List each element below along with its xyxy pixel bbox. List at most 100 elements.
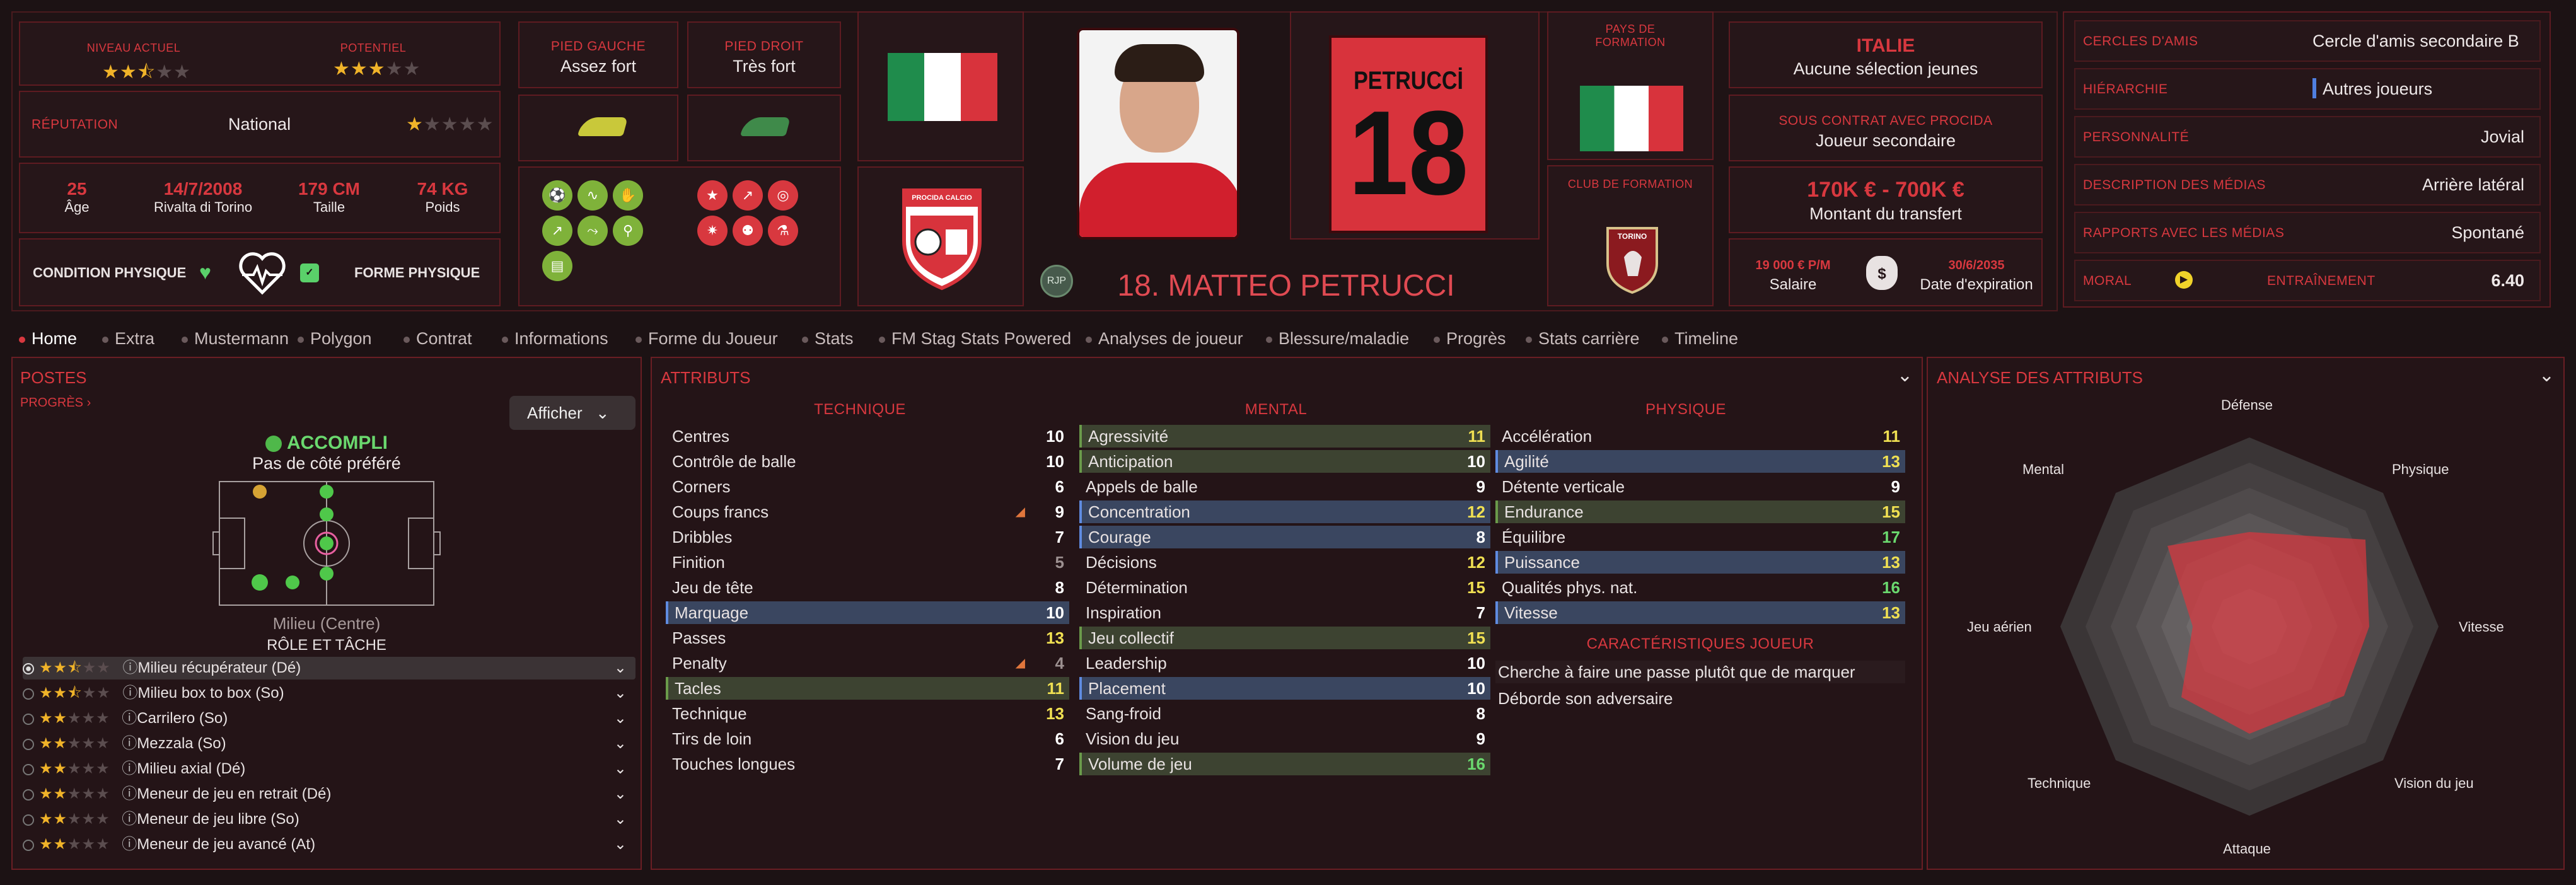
role-row[interactable]: ★★⯪★★ ⓘMilieu box to box (So) ⌄ (23, 682, 635, 705)
axis-label: Vision du jeu (2394, 775, 2474, 791)
attr-row[interactable]: Finition 5 (666, 551, 1069, 574)
attr-row[interactable]: Vitesse 13 (1495, 601, 1905, 624)
attr-row[interactable]: Volume de jeu 16 (1079, 753, 1490, 775)
chevron-down-icon: ⌄ (595, 403, 610, 422)
attr-row[interactable]: Dribbles 7 (666, 526, 1069, 548)
tab-home[interactable]: Home (19, 329, 77, 349)
player-photo-box (1029, 11, 1280, 240)
attr-row[interactable]: Leadership 10 (1079, 652, 1490, 674)
attr-row[interactable]: Marquage 10 (666, 601, 1069, 624)
attr-row[interactable]: Détermination 15 (1079, 576, 1490, 599)
tab-mustermann[interactable]: Mustermann (182, 329, 289, 349)
tab-progres[interactable]: Progrès (1434, 329, 1506, 349)
tab-blessure[interactable]: Blessure/maladie (1266, 329, 1409, 349)
progress-link[interactable]: PROGRÈS › (20, 396, 91, 410)
show-button[interactable]: Afficher ⌄ (509, 396, 635, 430)
info-label: PERSONNALITÉ (2083, 130, 2190, 144)
role-row[interactable]: ★★★★★ ⓘMeneur de jeu libre (So) ⌄ (23, 808, 635, 831)
role-row[interactable]: ★★★★★ ⓘMeneur de jeu en retrait (Dé) ⌄ (23, 783, 635, 806)
info-icon: ⓘ (122, 760, 137, 777)
role-radio[interactable] (23, 662, 34, 674)
attr-row[interactable]: Qualités phys. nat. 16 (1495, 576, 1905, 599)
attr-row[interactable]: Agressivité 11 (1079, 425, 1490, 448)
role-radio[interactable] (23, 738, 34, 750)
role-row[interactable]: ★★★★★ ⓘMezzala (So) ⌄ (23, 732, 635, 755)
attr-row[interactable]: Placement 10 (1079, 677, 1490, 700)
tab-analyses[interactable]: Analyses de joueur (1086, 329, 1243, 349)
trait-icon: ⚉ (733, 216, 763, 246)
attr-row[interactable]: Technique 13 (666, 702, 1069, 725)
contract-box: SOUS CONTRAT AVEC PROCIDA Joueur seconda… (1729, 95, 2043, 161)
attr-row[interactable]: Centres 10 (666, 425, 1069, 448)
attr-row[interactable]: Penalty ◢ 4 (666, 652, 1069, 674)
role-radio[interactable] (23, 688, 34, 700)
attr-row[interactable]: Appels de balle 9 (1079, 475, 1490, 498)
info-icon: ⓘ (122, 659, 138, 676)
axis-label: Jeu aérien (1967, 619, 2032, 635)
attributes-title: ATTRIBUTS (661, 368, 751, 387)
role-row[interactable]: ★★★★★ ⓘCarrilero (So) ⌄ (23, 707, 635, 730)
formation-club-box: CLUB DE FORMATION TORINO (1547, 165, 1714, 306)
attr-row[interactable]: Touches longues 7 (666, 753, 1069, 775)
chevron-down-icon[interactable]: ⌄ (2539, 364, 2555, 386)
attr-row[interactable]: Vision du jeu 9 (1079, 727, 1490, 750)
attr-row[interactable]: Coups francs ◢ 9 (666, 500, 1069, 523)
role-row[interactable]: ★★⯪★★ ⓘMilieu récupérateur (Dé) ⌄ (23, 657, 635, 680)
tab-fm-stag[interactable]: FM Stag Stats Powered (879, 329, 1071, 349)
attr-row[interactable]: Corners 6 (666, 475, 1069, 498)
attr-row[interactable]: Équilibre 17 (1495, 526, 1905, 548)
tab-stats[interactable]: Stats (802, 329, 854, 349)
chevron-down-icon: ⌄ (613, 735, 627, 752)
attr-row[interactable]: Tacles 11 (666, 677, 1069, 700)
role-row[interactable]: ★★★★★ ⓘMeneur de jeu avancé (At) ⌄ (23, 833, 635, 856)
left-foot-box: PIED GAUCHE Assez fort (518, 21, 678, 88)
attr-row[interactable]: Puissance 13 (1495, 551, 1905, 574)
role-name: Meneur de jeu en retrait (Dé) (137, 785, 332, 802)
nation-label: ITALIE (1856, 35, 1915, 56)
tab-polygon[interactable]: Polygon (298, 329, 372, 349)
role-name: Carrilero (So) (137, 710, 228, 727)
club-logo-box: PROCIDA CALCIO (857, 166, 1024, 306)
info-value: Jovial (2480, 127, 2524, 146)
moral-label: MORAL (2083, 274, 2132, 288)
attr-row[interactable]: Jeu collectif 15 (1079, 627, 1490, 649)
tab-timeline[interactable]: Timeline (1662, 329, 1738, 349)
attr-row[interactable]: Contrôle de balle 10 (666, 450, 1069, 473)
attr-row[interactable]: Décisions 12 (1079, 551, 1490, 574)
attr-row[interactable]: Endurance 15 (1495, 500, 1905, 523)
age-label: Âge (64, 199, 90, 215)
role-radio[interactable] (23, 839, 34, 851)
reputation-stars: ★★★★★ (406, 114, 494, 135)
role-radio[interactable] (23, 814, 34, 826)
attr-row[interactable]: Concentration 12 (1079, 500, 1490, 523)
role-name: Meneur de jeu avancé (At) (137, 836, 316, 853)
birth-date: 14/7/2008 (163, 179, 243, 199)
attr-row[interactable]: Courage 8 (1079, 526, 1490, 548)
role-name: Milieu récupérateur (Dé) (137, 659, 301, 676)
role-radio[interactable] (23, 763, 34, 775)
trait-icon: ↗ (542, 216, 572, 246)
trait-icon: ∿ (577, 180, 608, 211)
role-row[interactable]: ★★★★★ ⓘMilieu axial (Dé) ⌄ (23, 758, 635, 780)
attr-row[interactable]: Détente verticale 9 (1495, 475, 1905, 498)
attr-row[interactable]: Sang-froid 8 (1079, 702, 1490, 725)
role-radio[interactable] (23, 713, 34, 725)
tab-contrat[interactable]: Contrat (403, 329, 472, 349)
attr-row[interactable]: Tirs de loin 6 (666, 727, 1069, 750)
attr-row[interactable]: Passes 13 (666, 627, 1069, 649)
attr-row[interactable]: Jeu de tête 8 (666, 576, 1069, 599)
tab-forme[interactable]: Forme du Joueur (635, 329, 778, 349)
tab-stats-carriere[interactable]: Stats carrière (1526, 329, 1640, 349)
tab-informations[interactable]: Informations (502, 329, 608, 349)
attr-row[interactable]: Anticipation 10 (1079, 450, 1490, 473)
analysis-panel: ANALYSE DES ATTRIBUTS ⌄ Défense Physique… (1927, 357, 2565, 870)
attr-row[interactable]: Accélération 11 (1495, 425, 1905, 448)
tab-extra[interactable]: Extra (102, 329, 154, 349)
current-level-label: NIVEAU ACTUEL (86, 42, 181, 54)
condition-box: CONDITION PHYSIQUE ♥ ✓ FORME PHYSIQUE (19, 238, 501, 306)
rjp-badge[interactable]: RJP (1040, 265, 1073, 298)
chevron-down-icon[interactable]: ⌄ (1897, 364, 1913, 386)
attr-row[interactable]: Inspiration 7 (1079, 601, 1490, 624)
attr-row[interactable]: Agilité 13 (1495, 450, 1905, 473)
role-radio[interactable] (23, 789, 34, 801)
